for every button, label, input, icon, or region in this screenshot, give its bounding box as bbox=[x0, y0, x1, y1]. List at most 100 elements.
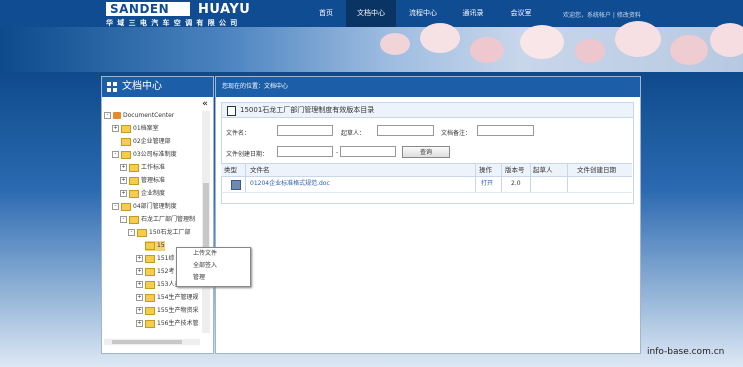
toggle-icon[interactable]: + bbox=[136, 255, 143, 262]
nav-meeting-room[interactable]: 会议室 bbox=[496, 0, 546, 27]
tree-node-shilong-factory[interactable]: - 石龙工厂部门管理制 bbox=[120, 215, 195, 225]
file-name-input[interactable] bbox=[277, 125, 333, 136]
toggle-icon[interactable]: - bbox=[104, 112, 111, 119]
nav-address-book[interactable]: 通讯录 bbox=[450, 0, 496, 27]
toggle-icon[interactable]: - bbox=[112, 151, 119, 158]
date-to-input[interactable] bbox=[340, 146, 396, 157]
tree-node-150[interactable]: -150石龙工厂部 bbox=[128, 228, 190, 238]
tree-horizontal-scrollbar[interactable] bbox=[104, 339, 200, 345]
tree-node-156[interactable]: +156生产技术管 bbox=[136, 319, 198, 329]
toggle-icon[interactable]: + bbox=[136, 294, 143, 301]
toggle-icon[interactable]: + bbox=[136, 268, 143, 275]
watermark: info-base.com.cn bbox=[647, 347, 725, 357]
toggle-icon[interactable]: - bbox=[120, 216, 127, 223]
col-create-date: 文件创建日期 bbox=[577, 166, 616, 174]
tree-node-03[interactable]: -03公司标准制度 bbox=[112, 150, 177, 160]
tree-node-04[interactable]: -04部门管理制度 bbox=[112, 202, 177, 212]
file-table-header: 类型 文件名 操作 版本号 起草人 文件创建日期 bbox=[221, 163, 632, 192]
user-info[interactable]: 欢迎您，系统帐户 | 修改资料 bbox=[563, 10, 641, 19]
doc-file-icon bbox=[231, 180, 241, 190]
folder-title-bar: 15001石龙工厂部门管理制度有效版本目录 bbox=[222, 103, 633, 118]
tree-node-155[interactable]: +155生产物资采 bbox=[136, 306, 198, 316]
create-date-label: 文件创建日期： bbox=[226, 151, 269, 158]
version-cell: 2.0 bbox=[511, 180, 521, 187]
sidebar-panel: 文档中心 « - DocumentCenter +01档案室 02企业管理部 -0… bbox=[101, 76, 214, 354]
company-logo: SANDEN HUAYU 华域三电汽车空调有限公司 bbox=[106, 2, 288, 27]
logo-text-left: SANDEN bbox=[110, 2, 170, 16]
date-from-input[interactable] bbox=[277, 146, 333, 157]
tree-vertical-scrollbar[interactable] bbox=[202, 111, 210, 333]
folder-icon bbox=[145, 241, 155, 250]
remark-input[interactable] bbox=[477, 125, 534, 136]
grid-icon bbox=[107, 82, 117, 92]
folder-icon bbox=[129, 215, 139, 224]
toggle-icon[interactable]: - bbox=[128, 229, 135, 236]
toggle-icon[interactable]: - bbox=[112, 203, 119, 210]
context-menu: 上传文件 全部签入 管理 bbox=[176, 247, 251, 287]
toggle-icon[interactable]: + bbox=[136, 320, 143, 327]
document-icon bbox=[227, 106, 236, 116]
toggle-icon[interactable]: + bbox=[120, 164, 127, 171]
author-input[interactable] bbox=[377, 125, 434, 136]
document-tree: - DocumentCenter +01档案室 02企业管理部 -03公司标准制度… bbox=[104, 111, 200, 333]
root-folder-icon bbox=[113, 112, 121, 119]
author-label: 起草人： bbox=[341, 130, 366, 137]
sidebar-title: 文档中心 bbox=[122, 81, 162, 92]
folder-icon bbox=[121, 137, 131, 146]
menu-item-check-in-all[interactable]: 全部签入 bbox=[177, 260, 250, 272]
file-name-link[interactable]: 01204企业标准格式规范.doc bbox=[250, 176, 330, 192]
table-row: 01204企业标准格式规范.doc 打开 2.0 bbox=[221, 176, 632, 193]
folder-icon bbox=[129, 189, 139, 198]
breadcrumb: 您现在的位置：文档中心 bbox=[216, 77, 640, 97]
toggle-icon[interactable]: + bbox=[112, 125, 119, 132]
col-type: 类型 bbox=[224, 166, 237, 174]
tree-node-15001-selected[interactable]: 15 bbox=[145, 241, 165, 251]
folder-icon bbox=[129, 176, 139, 185]
toggle-icon[interactable]: + bbox=[120, 177, 127, 184]
col-version: 版本号 bbox=[505, 166, 525, 174]
main-panel: 您现在的位置：文档中心 15001石龙工厂部门管理制度有效版本目录 文件名： 起… bbox=[215, 76, 641, 354]
toggle-icon[interactable]: + bbox=[120, 190, 127, 197]
folder-icon bbox=[121, 150, 131, 159]
menu-item-manage[interactable]: 管理 bbox=[177, 272, 250, 284]
folder-icon bbox=[145, 280, 155, 289]
logo-text-right: HUAYU bbox=[198, 2, 251, 17]
menu-item-upload-file[interactable]: 上传文件 bbox=[177, 248, 250, 260]
remark-label: 文档备注： bbox=[441, 130, 472, 137]
toggle-icon[interactable]: + bbox=[136, 281, 143, 288]
open-link[interactable]: 打开 bbox=[481, 176, 493, 192]
main-nav: 首页 文档中心 流程中心 通讯录 会议室 bbox=[306, 0, 546, 27]
nav-document-center[interactable]: 文档中心 bbox=[346, 0, 396, 27]
nav-home[interactable]: 首页 bbox=[306, 0, 346, 27]
tree-node-management-standard[interactable]: + 管理标准 bbox=[120, 176, 165, 186]
col-author: 起草人 bbox=[533, 166, 553, 174]
file-name-label: 文件名： bbox=[226, 130, 251, 137]
folder-icon bbox=[121, 124, 131, 133]
folder-icon bbox=[121, 202, 131, 211]
date-separator: - bbox=[336, 149, 339, 156]
tree-node-work-standard[interactable]: + 工作标准 bbox=[120, 163, 165, 173]
folder-icon bbox=[145, 306, 155, 315]
tree-node-enterprise-system[interactable]: + 企业制度 bbox=[120, 189, 165, 199]
folder-icon bbox=[129, 163, 139, 172]
tree-node-01[interactable]: +01档案室 bbox=[112, 124, 159, 134]
folder-icon bbox=[145, 254, 155, 263]
folder-title: 15001石龙工厂部门管理制度有效版本目录 bbox=[240, 106, 375, 114]
folder-icon bbox=[145, 293, 155, 302]
folder-icon bbox=[145, 267, 155, 276]
col-file-name: 文件名 bbox=[250, 166, 270, 174]
folder-icon bbox=[137, 228, 147, 237]
tree-node-documentcenter[interactable]: - DocumentCenter bbox=[104, 111, 174, 121]
sidebar-header: 文档中心 bbox=[102, 77, 213, 97]
banner-image bbox=[0, 21, 743, 72]
collapse-sidebar-button[interactable]: « bbox=[202, 99, 208, 109]
query-button[interactable]: 查询 bbox=[402, 146, 450, 158]
tree-node-152[interactable]: +152考 bbox=[136, 267, 174, 277]
folder-icon bbox=[145, 319, 155, 328]
tree-node-154[interactable]: +154生产管理规 bbox=[136, 293, 198, 303]
tree-node-151[interactable]: +151综 bbox=[136, 254, 174, 264]
col-action: 操作 bbox=[479, 166, 492, 174]
scrollbar-thumb[interactable] bbox=[112, 340, 182, 344]
toggle-icon[interactable]: + bbox=[136, 307, 143, 314]
tree-node-02[interactable]: 02企业管理部 bbox=[121, 137, 171, 147]
